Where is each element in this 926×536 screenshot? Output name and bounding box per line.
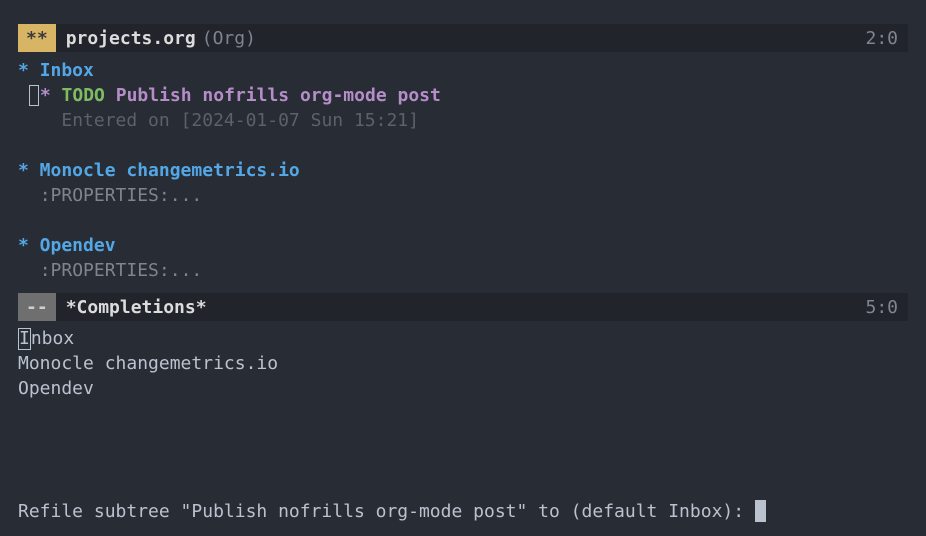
modeline-status: ** <box>18 24 56 52</box>
modeline-projects: ** projects.org (Org) 2:0 <box>18 24 908 52</box>
completions-buffer[interactable]: Inbox Monocle changemetrics.io Opendev <box>18 321 908 401</box>
minibuffer-cursor <box>755 500 766 522</box>
modeline-position: 2:0 <box>865 26 908 51</box>
org-heading-opendev[interactable]: * Opendev <box>18 233 908 258</box>
modeline-buffer-name: projects.org <box>66 26 196 51</box>
point-cursor <box>29 85 39 106</box>
modeline-completions: -- *Completions* 5:0 <box>18 293 908 321</box>
org-drawer-monocle[interactable]: :PROPERTIES:... <box>18 183 908 208</box>
modeline-buffer-name: *Completions* <box>66 295 207 320</box>
org-buffer[interactable]: * Inbox * TODO Publish nofrills org-mode… <box>18 52 908 283</box>
minibuffer-prompt: Refile subtree "Publish nofrills org-mod… <box>18 501 755 522</box>
org-entered-meta: Entered on [2024-01-07 Sun 15:21] <box>18 108 908 133</box>
completion-item-opendev[interactable]: Opendev <box>18 376 908 401</box>
completions-cursor: I <box>18 328 31 350</box>
org-star: * <box>40 85 51 106</box>
modeline-major-mode: (Org) <box>202 26 256 51</box>
completion-item-monocle[interactable]: Monocle changemetrics.io <box>18 351 908 376</box>
minibuffer[interactable]: Refile subtree "Publish nofrills org-mod… <box>18 499 908 524</box>
org-heading-inbox[interactable]: * Inbox <box>18 58 908 83</box>
completion-item-inbox[interactable]: Inbox <box>18 326 908 351</box>
org-drawer-opendev[interactable]: :PROPERTIES:... <box>18 258 908 283</box>
todo-keyword: TODO <box>62 85 105 106</box>
org-todo-title: Publish nofrills org-mode post <box>116 85 441 106</box>
org-heading-monocle[interactable]: * Monocle changemetrics.io <box>18 158 908 183</box>
modeline-position: 5:0 <box>865 295 908 320</box>
org-todo-line[interactable]: * TODO Publish nofrills org-mode post <box>18 83 908 108</box>
modeline-status: -- <box>18 293 56 321</box>
